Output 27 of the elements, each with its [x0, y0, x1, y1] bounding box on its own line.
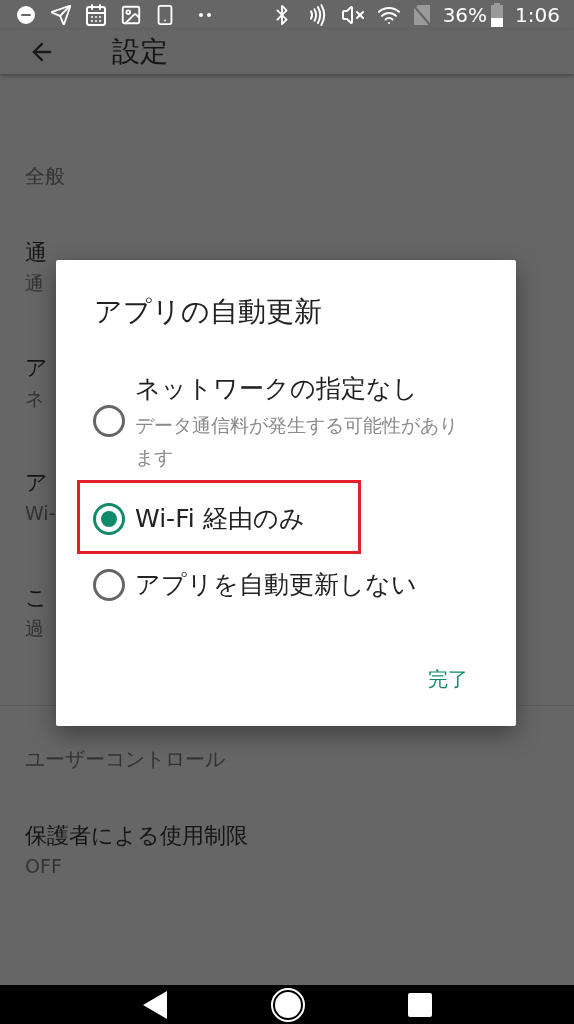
- option-label[interactable]: ネットワークの指定なし: [135, 369, 465, 409]
- do-not-disturb-icon: [14, 3, 38, 27]
- option-description: データ通信料が発生する可能性があります: [135, 413, 459, 470]
- more-icon: [198, 12, 212, 18]
- page-title: 設定: [112, 34, 168, 70]
- setting-title[interactable]: 保護者による使用制限: [25, 820, 248, 852]
- option-label[interactable]: Wi-Fi 経由のみ: [135, 499, 305, 539]
- setting-title[interactable]: こ: [25, 582, 48, 614]
- dialog-title: アプリの自動更新: [94, 294, 323, 330]
- battery-icon: [491, 3, 504, 27]
- radio-button[interactable]: [93, 405, 125, 437]
- radio-button[interactable]: [93, 569, 125, 601]
- setting-title[interactable]: ア: [25, 467, 48, 499]
- home-icon[interactable]: [270, 986, 306, 1023]
- done-button[interactable]: 完了: [420, 658, 476, 700]
- calendar-icon: [84, 3, 108, 27]
- recents-icon[interactable]: [407, 991, 434, 1018]
- option-label[interactable]: アプリを自動更新しない: [135, 565, 417, 605]
- clock: 1:06: [515, 2, 560, 29]
- send-icon: [50, 4, 72, 26]
- setting-title[interactable]: ア: [25, 352, 48, 384]
- battery-percent: 36%: [442, 2, 488, 29]
- setting-title[interactable]: 通: [25, 237, 47, 269]
- radio-button[interactable]: [93, 503, 125, 535]
- mute-icon: [340, 3, 365, 27]
- image-icon: [120, 4, 142, 26]
- no-sim-icon: [412, 4, 431, 26]
